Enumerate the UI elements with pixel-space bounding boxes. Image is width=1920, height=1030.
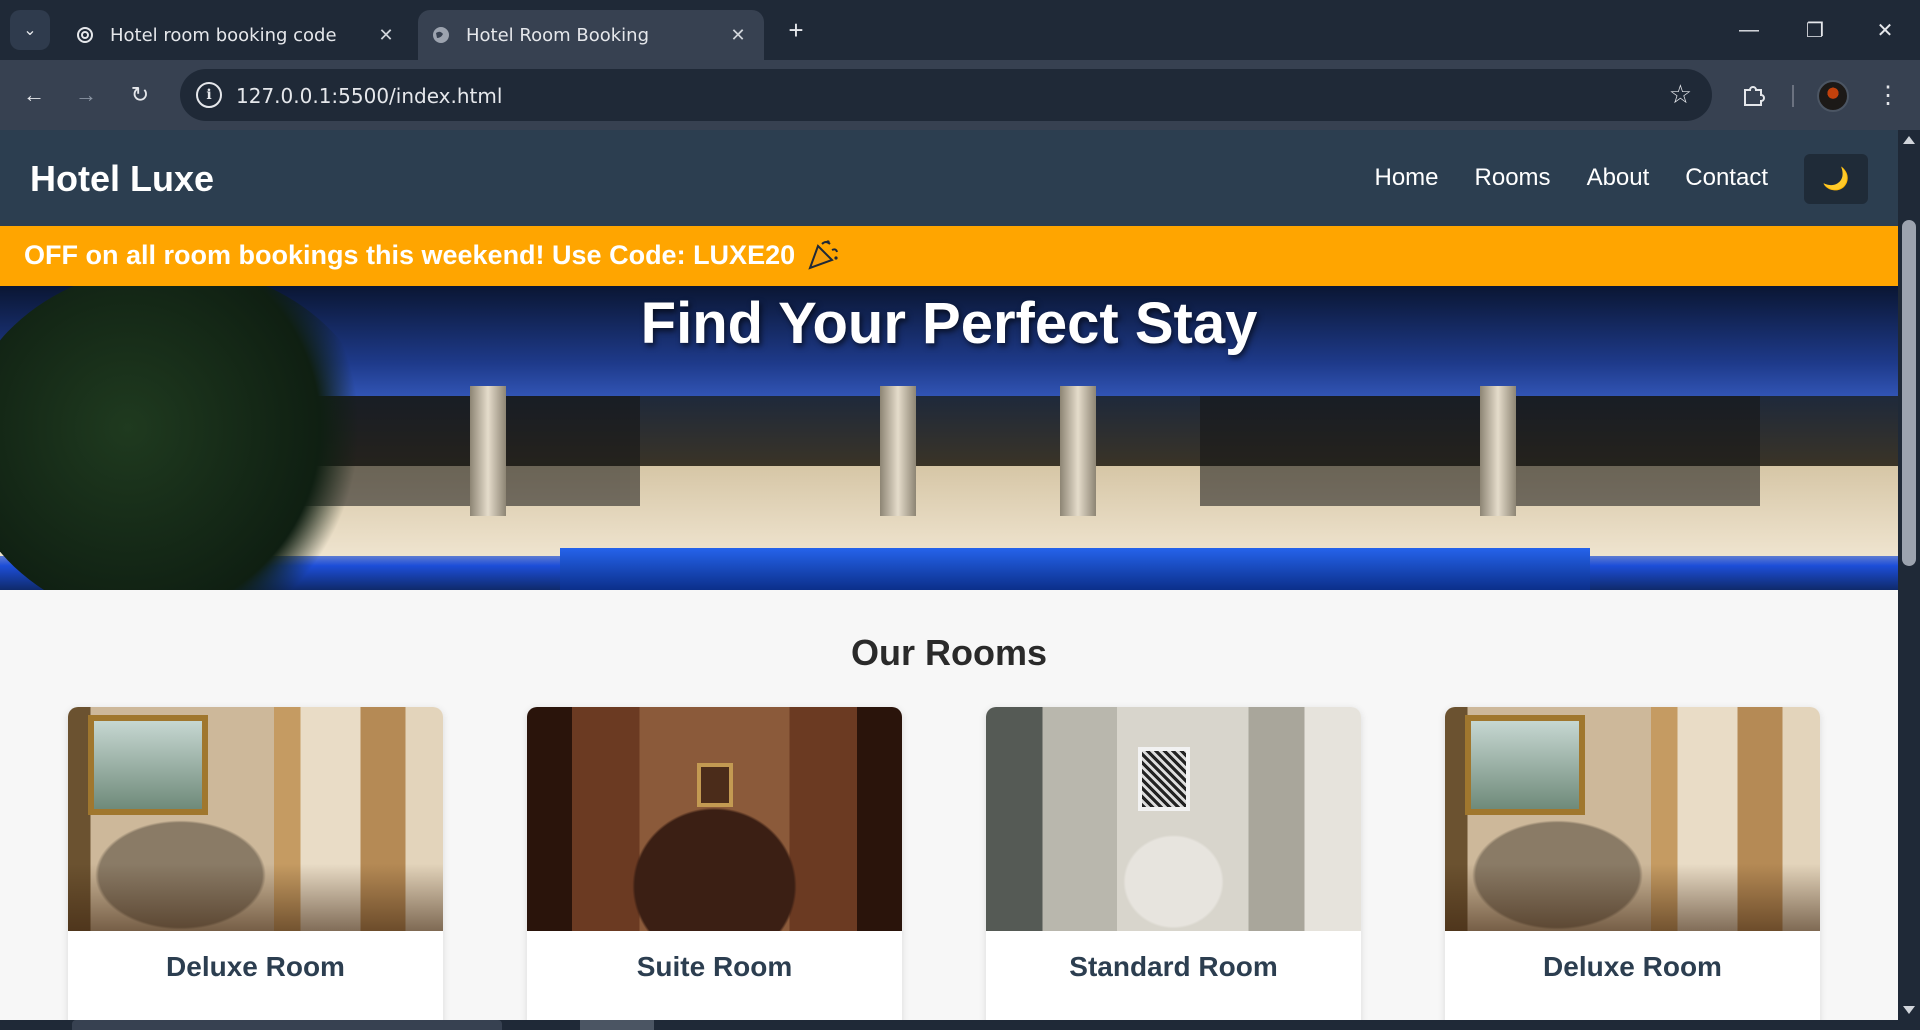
room-name: Deluxe Room bbox=[166, 951, 345, 982]
tab-title: Hotel room booking code bbox=[110, 24, 337, 46]
window-close-button[interactable]: ✕ bbox=[1860, 10, 1910, 50]
close-icon[interactable]: ✕ bbox=[724, 21, 752, 49]
browser-tab[interactable]: Hotel room booking code ✕ bbox=[62, 10, 412, 60]
new-tab-button[interactable]: + bbox=[780, 14, 812, 46]
close-icon[interactable]: ✕ bbox=[372, 21, 400, 49]
nav-home[interactable]: Home bbox=[1375, 164, 1439, 192]
page-scrollbar[interactable] bbox=[1898, 130, 1920, 1020]
globe-icon bbox=[430, 24, 452, 46]
nav-about[interactable]: About bbox=[1587, 164, 1650, 192]
hero-image-pillar bbox=[880, 386, 916, 516]
nav-rooms[interactable]: Rooms bbox=[1475, 164, 1551, 192]
page-viewport: Hotel Luxe Home Rooms About Contact 🌙 OF… bbox=[0, 130, 1898, 1020]
more-vertical-icon: ⋮ bbox=[1876, 81, 1900, 109]
hero-title: Find Your Perfect Stay bbox=[640, 291, 1258, 356]
promo-banner: OFF on all room bookings this weekend! U… bbox=[0, 226, 1898, 286]
room-image bbox=[986, 707, 1361, 931]
nav-contact[interactable]: Contact bbox=[1685, 164, 1768, 192]
hero-image-pool bbox=[560, 548, 1590, 590]
room-card[interactable]: Suite Room bbox=[527, 707, 902, 1020]
chatgpt-icon bbox=[74, 24, 96, 46]
main-nav: Home Rooms About Contact bbox=[1375, 164, 1769, 192]
scroll-down-arrow-icon[interactable] bbox=[1903, 1006, 1915, 1014]
url-text[interactable]: 127.0.0.1:5500/index.html bbox=[236, 84, 502, 108]
taskbar-item[interactable] bbox=[580, 1020, 654, 1030]
tab-title: Hotel Room Booking bbox=[466, 24, 650, 46]
bookmark-star-icon[interactable]: ☆ bbox=[1669, 79, 1692, 110]
room-name: Deluxe Room bbox=[1543, 951, 1722, 982]
puzzle-icon bbox=[1744, 86, 1765, 106]
browser-tab-bar: ⌄ Hotel room booking code ✕ Hotel Room B… bbox=[0, 0, 1920, 60]
site-info-icon[interactable]: i bbox=[196, 82, 222, 108]
room-card[interactable]: Deluxe Room bbox=[68, 707, 443, 1020]
room-image bbox=[527, 707, 902, 931]
taskbar-strip bbox=[0, 1020, 1920, 1030]
reload-icon: ↻ bbox=[130, 82, 150, 107]
toolbar-divider bbox=[1792, 85, 1794, 107]
browser-menu-button[interactable]: ⋮ bbox=[1868, 75, 1908, 115]
site-header: Hotel Luxe Home Rooms About Contact 🌙 bbox=[0, 130, 1898, 226]
room-name: Standard Room bbox=[1069, 951, 1278, 982]
hero-image-pillar bbox=[1060, 386, 1096, 516]
room-image bbox=[1445, 707, 1820, 931]
painting-frame bbox=[697, 763, 733, 807]
browser-tab-active[interactable]: Hotel Room Booking ✕ bbox=[418, 10, 764, 60]
extensions-button[interactable] bbox=[1733, 75, 1773, 115]
room-image bbox=[68, 707, 443, 931]
promo-text: OFF on all room bookings this weekend! U… bbox=[24, 240, 796, 270]
restore-button[interactable]: ❐ bbox=[1790, 10, 1840, 50]
tab-search-button[interactable]: ⌄ bbox=[10, 10, 50, 50]
profile-avatar[interactable] bbox=[1817, 80, 1849, 112]
room-card[interactable]: Deluxe Room bbox=[1445, 707, 1820, 1020]
room-card[interactable]: Standard Room bbox=[986, 707, 1361, 1020]
moon-icon: 🌙 bbox=[1822, 166, 1850, 191]
painting-frame bbox=[1138, 747, 1190, 811]
party-popper-icon bbox=[808, 240, 838, 270]
scrollbar-thumb[interactable] bbox=[1902, 220, 1916, 566]
taskbar-item[interactable] bbox=[72, 1020, 502, 1030]
hero-image-pillar bbox=[470, 386, 506, 516]
minimize-button[interactable]: — bbox=[1724, 10, 1774, 50]
painting-frame bbox=[88, 715, 208, 815]
rooms-section-title: Our Rooms bbox=[850, 632, 1047, 673]
reload-button[interactable]: ↻ bbox=[120, 75, 160, 115]
room-name: Suite Room bbox=[636, 951, 793, 982]
hero-banner: Find Your Perfect Stay bbox=[0, 286, 1898, 590]
hero-image-pillar bbox=[1480, 386, 1516, 516]
scroll-up-arrow-icon[interactable] bbox=[1903, 136, 1915, 144]
arrow-left-icon: ← bbox=[23, 82, 45, 107]
chevron-down-icon: ⌄ bbox=[23, 22, 37, 39]
back-button[interactable]: ← bbox=[14, 75, 54, 115]
theme-toggle-button[interactable]: 🌙 bbox=[1804, 154, 1868, 204]
painting-frame bbox=[1465, 715, 1585, 815]
site-logo[interactable]: Hotel Luxe bbox=[30, 158, 214, 200]
forward-button[interactable]: → bbox=[66, 75, 106, 115]
arrow-right-icon: → bbox=[75, 82, 97, 107]
address-bar[interactable]: i 127.0.0.1:5500/index.html ☆ bbox=[180, 69, 1712, 121]
browser-toolbar: ← → ↻ i 127.0.0.1:5500/index.html ☆ ⋮ bbox=[0, 60, 1920, 130]
